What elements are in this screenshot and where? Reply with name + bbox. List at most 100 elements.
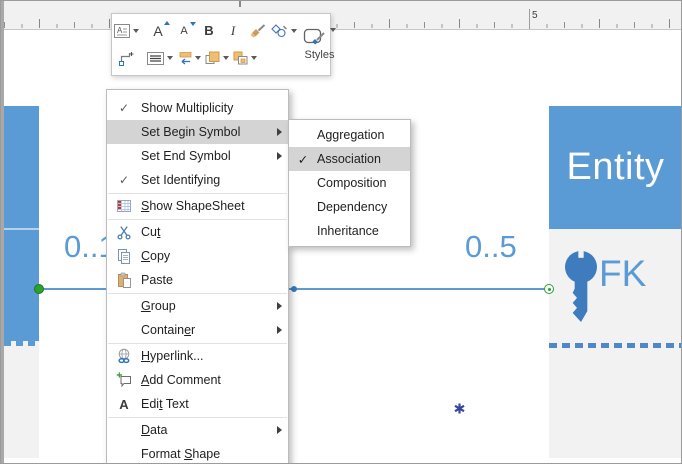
menu-item-hyperlink[interactable]: Hyperlink...: [107, 344, 288, 368]
grow-font-arrow-icon: [164, 20, 170, 25]
dropdown-arrow-icon: [291, 28, 297, 33]
foreign-key-icon: [565, 250, 597, 322]
menu-item-label: Set Begin Symbol: [141, 125, 241, 139]
shape-style-icon: [271, 23, 287, 37]
connector-tool-button[interactable]: [115, 46, 139, 70]
floating-format-toolbar: A A A B I Styles: [111, 13, 336, 76]
submenu-item-dependency[interactable]: Dependency: [289, 195, 410, 219]
menu-item-label: Set Identifying: [141, 173, 221, 187]
checkmark-icon: ✓: [118, 101, 130, 115]
dropdown-arrow-icon: [251, 56, 257, 61]
connector-begin-point[interactable]: [34, 284, 44, 294]
menu-item-label: Show ShapeSheet: [141, 199, 245, 213]
send-backward-icon: [233, 51, 248, 65]
svg-text:A: A: [117, 26, 123, 35]
connector-end-point[interactable]: [544, 284, 554, 294]
menu-item-label: Show Multiplicity: [141, 101, 234, 115]
entity-shape-body[interactable]: FK: [549, 229, 681, 343]
submenu-arrow-icon: [276, 302, 282, 310]
checkmark-icon: ✓: [297, 152, 309, 167]
text-block-icon: A: [114, 23, 130, 38]
ruler-major-ticks: [1, 19, 681, 28]
menu-item-paste[interactable]: Paste: [107, 268, 288, 292]
ruler-position-marker: [239, 1, 241, 7]
menu-item-group[interactable]: Group: [107, 294, 288, 318]
paste-icon: [118, 272, 131, 288]
menu-item-label: Data: [141, 423, 168, 437]
submenu-arrow-icon: [276, 426, 282, 434]
menu-item-label: Cut: [141, 225, 161, 239]
align-icon: [179, 52, 192, 65]
menu-item-edit-text[interactable]: A Edit Text: [107, 392, 288, 416]
bring-forward-button[interactable]: [203, 46, 231, 70]
edit-text-icon: A: [119, 396, 129, 412]
menu-item-show-multiplicity[interactable]: ✓ Show Multiplicity: [107, 96, 288, 120]
align-button[interactable]: [175, 46, 203, 70]
submenu-item-composition[interactable]: Composition: [289, 171, 410, 195]
menu-item-show-shapesheet[interactable]: Show ShapeSheet: [107, 194, 288, 218]
context-menu: ✓ Show Multiplicity Set Begin Symbol Set…: [106, 89, 289, 463]
entity-shape-header[interactable]: Entity: [549, 106, 681, 229]
submenu-arrow-icon: [276, 152, 282, 160]
dropdown-arrow-icon: [223, 56, 229, 61]
bring-forward-icon: [205, 51, 220, 65]
menu-item-container[interactable]: Container: [107, 318, 288, 342]
add-comment-icon: [116, 372, 131, 388]
styles-label: Styles: [304, 49, 335, 61]
submenu-item-aggregation[interactable]: Aggregation: [289, 123, 410, 147]
menu-item-label: Add Comment: [141, 373, 221, 387]
menu-item-cut[interactable]: Cut: [107, 220, 288, 244]
menu-item-label: Paste: [141, 273, 173, 287]
menu-item-label: Set End Symbol: [141, 149, 231, 163]
cut-icon: [117, 226, 131, 240]
left-entity-body[interactable]: [4, 346, 39, 458]
shrink-font-arrow-icon: [190, 21, 196, 26]
horizontal-ruler: 5: [1, 1, 681, 30]
submenu-item-association[interactable]: ✓ Association: [289, 147, 410, 171]
dropdown-arrow-icon: [133, 28, 139, 33]
styles-gallery-icon: [303, 28, 325, 45]
ruler-gridline-5: [529, 9, 530, 29]
snap-indicator-icon: [454, 403, 465, 414]
shrink-font-button[interactable]: A: [171, 19, 197, 43]
menu-item-label: Format Shape: [141, 447, 221, 461]
menu-item-label: Group: [141, 299, 176, 313]
submenu-item-inheritance[interactable]: Inheritance: [289, 219, 410, 243]
menu-item-data[interactable]: Data: [107, 418, 288, 442]
entity-title: Entity: [566, 146, 665, 188]
dropdown-arrow-icon: [167, 56, 173, 61]
connector-midpoint-handle[interactable]: [291, 286, 297, 292]
menu-item-label: Container: [141, 323, 196, 337]
menu-item-set-end-symbol[interactable]: Set End Symbol: [107, 144, 288, 168]
menu-item-format-shape[interactable]: Format Shape: [107, 442, 288, 463]
menu-item-label: Hyperlink...: [141, 349, 204, 363]
format-painter-button[interactable]: [245, 19, 269, 43]
left-entity-divider: [4, 228, 39, 230]
bold-button[interactable]: B: [197, 19, 221, 43]
text-block-style-button[interactable]: A: [112, 19, 141, 43]
shape-styles-gallery-button[interactable]: Styles: [303, 14, 336, 75]
ruler-label-5: 5: [532, 10, 538, 21]
visio-drawing-window: 5 0..1 0..5 Entity FK A A A B I Styles ✓…: [0, 0, 682, 464]
line-style-button[interactable]: [145, 46, 175, 70]
menu-item-set-identifying[interactable]: ✓ Set Identifying: [107, 168, 288, 192]
foreign-key-label: FK: [599, 253, 647, 294]
checkmark-icon: ✓: [118, 173, 130, 187]
multiplicity-label-end[interactable]: 0..5: [465, 229, 517, 265]
left-entity-shape-partial[interactable]: [4, 106, 39, 341]
menu-item-label: Edit Text: [141, 397, 189, 411]
dropdown-arrow-icon: [195, 56, 201, 61]
begin-symbol-submenu: Aggregation ✓ Association Composition De…: [288, 119, 411, 247]
grow-font-button[interactable]: A: [145, 19, 171, 43]
menu-item-add-comment[interactable]: Add Comment: [107, 368, 288, 392]
connector-icon: [118, 51, 133, 66]
format-painter-icon: [250, 24, 265, 38]
menu-item-set-begin-symbol[interactable]: Set Begin Symbol: [107, 120, 288, 144]
copy-icon: [118, 249, 130, 264]
send-backward-button[interactable]: [231, 46, 259, 70]
submenu-arrow-icon: [276, 128, 282, 136]
italic-button[interactable]: I: [221, 19, 245, 43]
menu-item-copy[interactable]: Copy: [107, 244, 288, 268]
shape-style-button[interactable]: [269, 19, 299, 43]
hyperlink-icon: [118, 348, 130, 364]
